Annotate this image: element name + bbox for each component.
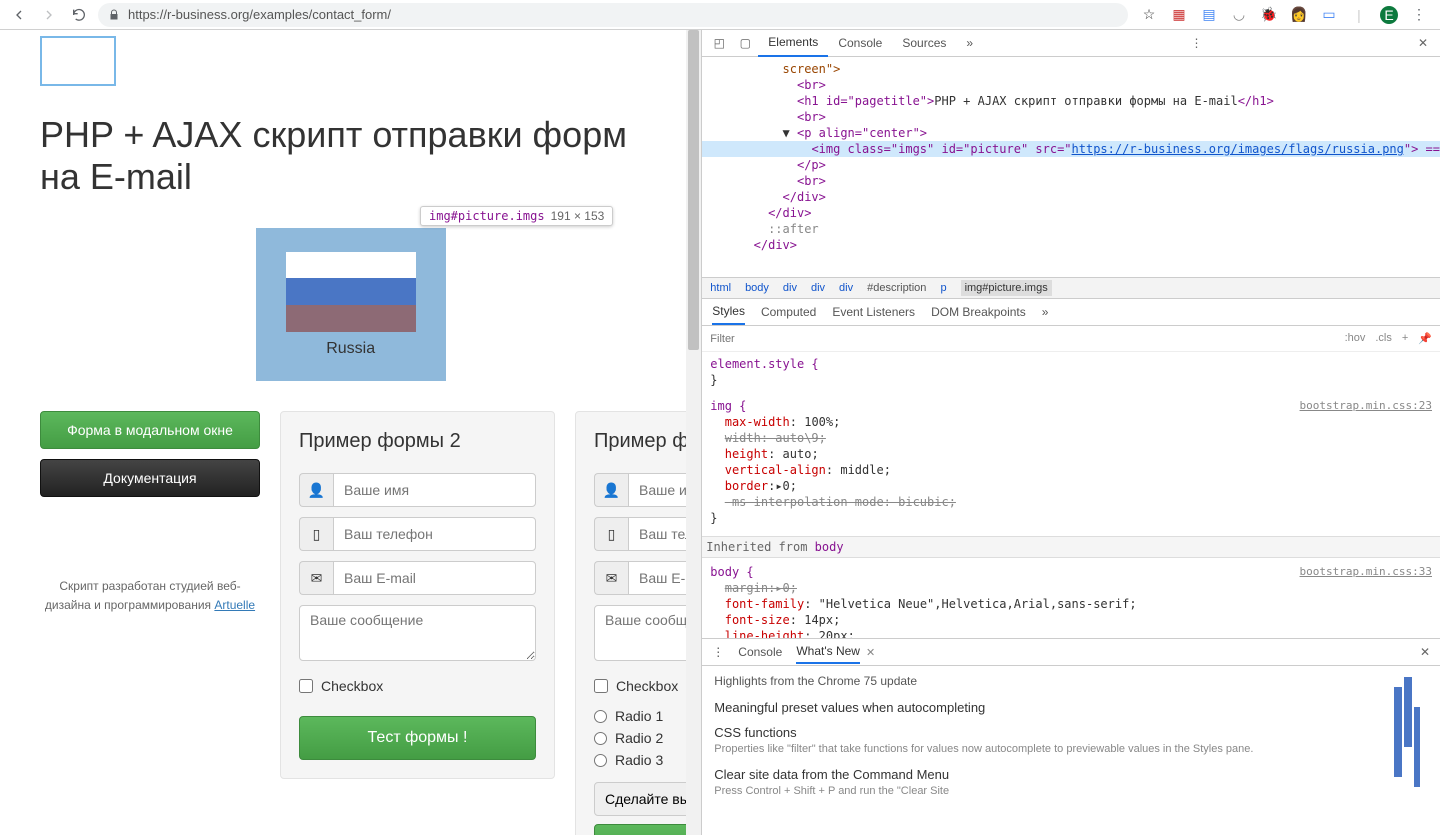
tab-sources[interactable]: Sources [892, 30, 956, 56]
cls-toggle[interactable]: .cls [1375, 332, 1392, 345]
page-scrollbar[interactable] [686, 30, 701, 835]
dom-selected-node[interactable]: <img class="imgs" id="picture" src="http… [702, 141, 1440, 157]
radio-2[interactable]: Radio 2 [594, 730, 701, 746]
styles-filter-row: :hov .cls + 📌 [702, 326, 1440, 352]
toolbar-icons: ☆ ▦ ▤ ◡ 🐞 👩 ▭ | E ⋮ [1136, 6, 1432, 24]
phone-input[interactable] [333, 517, 536, 551]
profile-avatar[interactable]: E [1380, 6, 1398, 24]
submit-button[interactable]: Тест формы ! [594, 824, 701, 835]
page-content: PHP + AJAX скрипт отправки форм на E-mai… [0, 30, 701, 835]
inspect-tooltip: img#picture.imgs191 × 153 [420, 206, 613, 226]
ext-icon[interactable]: ▦ [1170, 6, 1188, 24]
inspect-icon[interactable]: ◰ [706, 30, 732, 56]
user-icon: 👤 [299, 473, 333, 507]
message-textarea[interactable] [594, 605, 701, 661]
broken-image-placeholder [40, 36, 116, 86]
user-icon: 👤 [594, 473, 628, 507]
ext-icon[interactable]: ◡ [1230, 6, 1248, 24]
dom-tree[interactable]: screen"> <br> <h1 id="pagetitle">PHP + A… [702, 57, 1440, 277]
radio-1[interactable]: Radio 1 [594, 708, 701, 724]
credit-text: Скрипт разработан студией веб-дизайна и … [40, 577, 260, 615]
address-bar[interactable]: https://r-business.org/examples/contact_… [98, 3, 1128, 27]
drawer-close-icon[interactable]: ✕ [1420, 645, 1430, 659]
tab-console[interactable]: Console [828, 30, 892, 56]
add-rule-icon[interactable]: + [1402, 332, 1408, 345]
close-tab-icon[interactable]: ✕ [866, 646, 875, 659]
pin-icon[interactable]: 📌 [1418, 332, 1432, 345]
tab-computed[interactable]: Computed [761, 300, 816, 324]
tab-whatsnew[interactable]: What's New [796, 640, 860, 664]
overflow-icon[interactable]: » [1042, 300, 1049, 324]
devtools-close-icon[interactable]: ✕ [1410, 32, 1436, 54]
flag-image: Russia [256, 228, 446, 381]
tab-styles[interactable]: Styles [712, 299, 745, 325]
checkbox-field[interactable]: Checkbox [594, 678, 701, 694]
devtools-panel: ◰ ▢ Elements Console Sources » ⋮ ✕ scree… [701, 30, 1440, 835]
news-heading: Highlights from the Chrome 75 update [714, 674, 1428, 688]
browser-toolbar: https://r-business.org/examples/contact_… [0, 0, 1440, 30]
reload-button[interactable] [68, 4, 90, 26]
form-3-title: Пример формы 3 [594, 430, 701, 453]
ext-icon[interactable]: ▭ [1320, 6, 1338, 24]
ext-icon[interactable]: ▤ [1200, 6, 1218, 24]
tabs-overflow-icon[interactable]: » [956, 30, 983, 56]
device-icon[interactable]: ▢ [732, 30, 758, 56]
page-title: PHP + AJAX скрипт отправки форм на E-mai… [40, 114, 661, 198]
submit-button[interactable]: Тест формы ! [299, 716, 536, 760]
form-2-card: Пример формы 2 👤 ▯ ✉ Checkbox Тест формы… [280, 411, 555, 779]
radio-3[interactable]: Radio 3 [594, 752, 701, 768]
credit-link[interactable]: Artuelle [214, 598, 255, 612]
form-3-card: Пример формы 3 👤 ▯ ✉ Checkbox Radio 1 Ra… [575, 411, 701, 835]
hov-toggle[interactable]: :hov [1345, 332, 1366, 345]
phone-icon: ▯ [299, 517, 333, 551]
ext-icon[interactable]: 🐞 [1260, 6, 1278, 24]
phone-icon: ▯ [594, 517, 628, 551]
flag-label: Russia [326, 340, 375, 358]
menu-icon[interactable]: ⋮ [1410, 6, 1428, 24]
checkbox-field[interactable]: Checkbox [299, 678, 536, 694]
message-textarea[interactable] [299, 605, 536, 661]
console-drawer-tabs: ⋮ Console What's New ✕ ✕ [702, 638, 1440, 665]
back-button[interactable] [8, 4, 30, 26]
url-text: https://r-business.org/examples/contact_… [128, 7, 391, 22]
forward-button[interactable] [38, 4, 60, 26]
select-field[interactable]: Сделайте выбор [594, 782, 701, 816]
form-2-title: Пример формы 2 [299, 430, 536, 453]
ext-icon[interactable]: 👩 [1290, 6, 1308, 24]
tab-breakpoints[interactable]: DOM Breakpoints [931, 300, 1026, 324]
documentation-button[interactable]: Документация [40, 459, 260, 497]
styles-tabs: Styles Computed Event Listeners DOM Brea… [702, 299, 1440, 326]
drawer-menu-icon[interactable]: ⋮ [712, 645, 724, 659]
star-icon[interactable]: ☆ [1140, 6, 1158, 24]
minimap-icon [1394, 677, 1420, 797]
email-icon: ✉ [594, 561, 628, 595]
dom-breadcrumbs[interactable]: htmlbody divdiv div#description pimg#pic… [702, 277, 1440, 299]
email-input[interactable] [333, 561, 536, 595]
modal-form-button[interactable]: Форма в модальном окне [40, 411, 260, 449]
styles-filter-input[interactable] [710, 333, 1344, 345]
tab-listeners[interactable]: Event Listeners [832, 300, 915, 324]
lock-icon [108, 9, 120, 21]
devtools-tabs: ◰ ▢ Elements Console Sources » ⋮ ✕ [702, 30, 1440, 57]
devtools-menu-icon[interactable]: ⋮ [1183, 32, 1211, 54]
styles-pane[interactable]: element.style {} bootstrap.min.css:23 im… [702, 352, 1440, 638]
email-icon: ✉ [299, 561, 333, 595]
name-input[interactable] [333, 473, 536, 507]
tab-console-drawer[interactable]: Console [738, 641, 782, 663]
tab-elements[interactable]: Elements [758, 30, 828, 57]
whatsnew-panel: Highlights from the Chrome 75 update Mea… [702, 665, 1440, 835]
